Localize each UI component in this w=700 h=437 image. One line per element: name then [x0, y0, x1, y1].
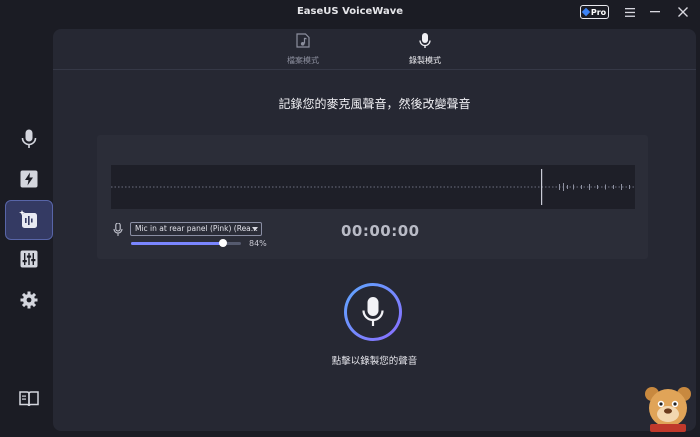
microphone-icon [419, 33, 431, 48]
minimize-icon [650, 11, 660, 13]
sidebar [0, 26, 56, 437]
volume-percent: 84% [249, 239, 267, 248]
music-file-icon [296, 33, 310, 48]
volume-slider-fill [131, 242, 224, 245]
microphone-select-value: Mic in at rear panel (Pink) (Rea... [135, 224, 258, 233]
microphone-icon [362, 297, 384, 326]
main-panel: 檔案模式 錄製模式 記錄您的麥克風聲音，然後改變聲音 Mic in at rea… [53, 29, 696, 431]
menu-button[interactable] [620, 3, 640, 21]
volume-slider-handle[interactable] [219, 239, 228, 247]
tab-record-mode-label: 錄製模式 [409, 56, 441, 65]
mixer-icon [20, 250, 38, 268]
minimize-button[interactable] [645, 3, 665, 21]
record-button-inner [347, 286, 399, 338]
microphone-select[interactable]: Mic in at rear panel (Pink) (Rea... [130, 222, 262, 236]
sidebar-item-mixer[interactable] [6, 240, 52, 278]
sidebar-item-guide[interactable] [6, 380, 52, 418]
record-button[interactable] [344, 283, 402, 341]
tab-file-mode-label: 檔案模式 [287, 56, 319, 65]
tab-record-mode[interactable]: 錄製模式 [380, 33, 470, 66]
mode-tabs: 檔案模式 錄製模式 [53, 29, 696, 70]
title-bar: EaseUS VoiceWave Pro [0, 0, 700, 26]
recording-panel: Mic in at rear panel (Pink) (Rea... 84% … [97, 135, 648, 259]
tab-file-mode[interactable]: 檔案模式 [258, 33, 348, 66]
sidebar-item-effects[interactable] [6, 160, 52, 198]
chevron-down-icon [252, 227, 258, 231]
pro-label: Pro [590, 7, 607, 17]
page-title: 記錄您的麥克風聲音，然後改變聲音 [278, 97, 471, 111]
close-icon [678, 7, 688, 17]
sidebar-item-voice-record[interactable] [5, 200, 53, 240]
recording-timer: 00:00:00 [341, 222, 420, 240]
record-hint: 點擊以錄製您的聲音 [331, 356, 418, 367]
microphone-icon [21, 129, 37, 148]
hamburger-icon [625, 7, 635, 17]
waveform-display [111, 165, 635, 209]
sidebar-item-microphone[interactable] [6, 120, 52, 158]
volume-slider[interactable] [131, 239, 241, 247]
book-icon [19, 391, 39, 407]
voice-record-icon [19, 210, 37, 228]
microphone-icon [113, 223, 123, 236]
playhead [541, 169, 543, 205]
lightning-icon [20, 170, 38, 188]
sidebar-item-settings[interactable] [6, 281, 52, 319]
diamond-icon [581, 7, 591, 17]
gear-icon [20, 291, 38, 309]
pro-badge[interactable]: Pro [580, 5, 609, 19]
close-button[interactable] [673, 3, 693, 21]
mascot-logo [645, 387, 691, 432]
